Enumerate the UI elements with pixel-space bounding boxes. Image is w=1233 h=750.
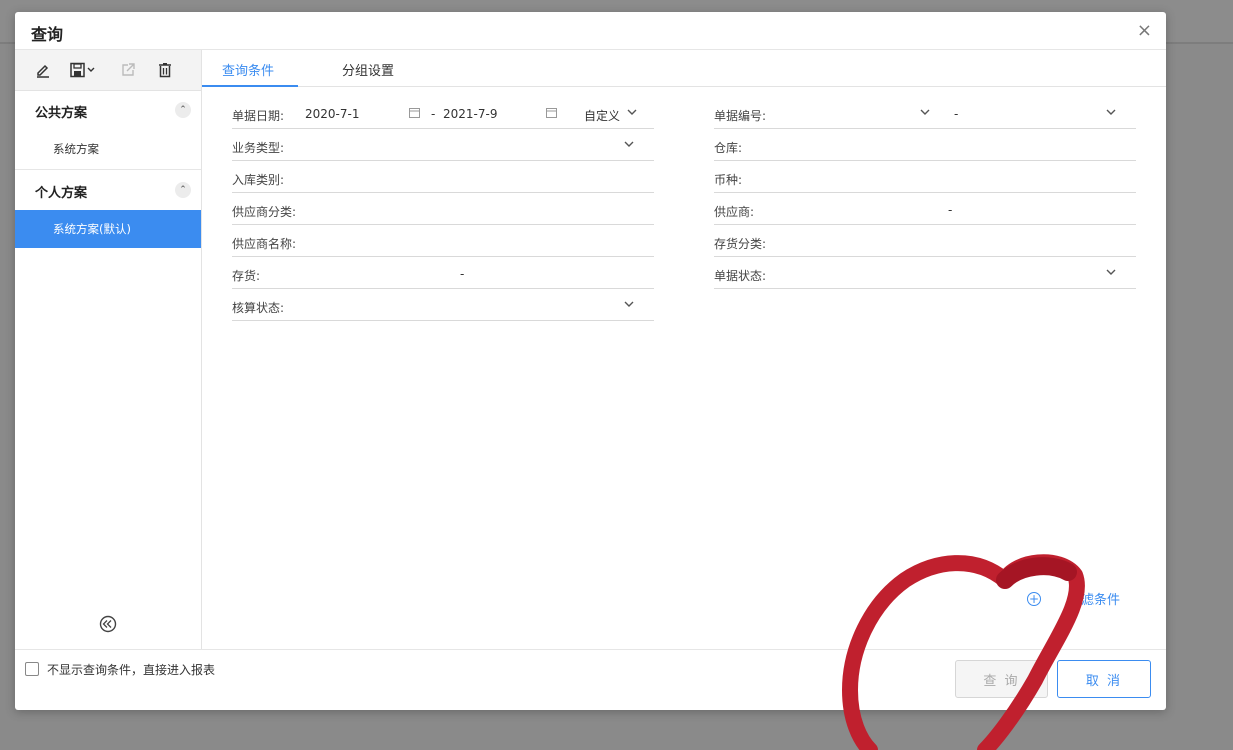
- field-label: 核算状态:: [232, 301, 285, 315]
- delete-icon[interactable]: [154, 60, 176, 80]
- field-label: 币种:: [714, 173, 743, 187]
- tab-bar: 查询条件 分组设置: [202, 50, 1166, 87]
- field-label: 入库类别:: [232, 173, 285, 187]
- currency-field[interactable]: 币种:: [714, 162, 1136, 193]
- field-label: 供应商:: [714, 205, 755, 219]
- active-tab-indicator: [202, 85, 298, 87]
- public-plans-header[interactable]: 公共方案 ⌃: [15, 91, 201, 129]
- field-label: 单据编号:: [714, 109, 767, 123]
- supplier-name-field[interactable]: 供应商名称:: [232, 226, 654, 257]
- skip-conditions-label: 不显示查询条件，直接进入报表: [47, 663, 216, 677]
- personal-plans-label: 个人方案: [35, 186, 88, 201]
- range-separator: -: [948, 203, 953, 217]
- plan-item-system[interactable]: 系统方案: [15, 130, 201, 168]
- plan-toolbar: [15, 50, 201, 91]
- stock-field[interactable]: 存货: -: [232, 258, 654, 289]
- stock-class-field[interactable]: 存货分类:: [714, 226, 1136, 257]
- supplier-field[interactable]: 供应商: -: [714, 194, 1136, 225]
- supplier-class-field[interactable]: 供应商分类:: [232, 194, 654, 225]
- calendar-icon[interactable]: [409, 107, 420, 118]
- field-label: 供应商名称:: [232, 237, 297, 251]
- save-icon[interactable]: [68, 60, 98, 80]
- plan-item-label: 系统方案(默认): [53, 222, 131, 236]
- range-separator: -: [460, 267, 465, 281]
- query-dialog: 查询 × 公共方案 ⌃ 系统方案 个人方案 ⌃ 系统方案(默认) 查询条件 分组…: [15, 12, 1166, 710]
- field-label: 存货:: [232, 269, 261, 283]
- chevron-down-icon[interactable]: [624, 140, 634, 148]
- chevron-down-icon[interactable]: [1106, 108, 1116, 116]
- chevron-up-icon[interactable]: ⌃: [175, 182, 191, 198]
- plan-divider: [15, 169, 201, 170]
- tab-group-settings[interactable]: 分组设置: [342, 60, 394, 79]
- field-label: 存货分类:: [714, 237, 767, 251]
- personal-plans-header[interactable]: 个人方案 ⌃: [15, 171, 201, 209]
- dialog-title: 查询: [31, 25, 64, 44]
- add-filter-label: 过滤条件: [1068, 593, 1121, 608]
- bill-no-field[interactable]: 单据编号: -: [714, 98, 1136, 129]
- plus-circle-icon: +: [1027, 591, 1041, 606]
- close-icon[interactable]: ×: [1137, 21, 1152, 41]
- biz-type-field[interactable]: 业务类型:: [232, 130, 654, 161]
- bill-date-field: 单据日期: 2020-7-1 - 2021-7-9 自定义: [232, 98, 654, 129]
- date-from-input[interactable]: 2020-7-1: [305, 107, 359, 121]
- plan-sidebar: 公共方案 ⌃ 系统方案 个人方案 ⌃ 系统方案(默认): [15, 50, 202, 649]
- skip-conditions-checkbox[interactable]: [25, 662, 39, 676]
- public-plans-label: 公共方案: [35, 106, 88, 121]
- account-status-field[interactable]: 核算状态:: [232, 290, 654, 321]
- query-button[interactable]: 查 询: [955, 660, 1048, 698]
- add-filter-link[interactable]: + 过滤条件: [1027, 589, 1120, 608]
- bill-status-field[interactable]: 单据状态:: [714, 258, 1136, 289]
- field-label: 供应商分类:: [232, 205, 297, 219]
- plan-item-system-default[interactable]: 系统方案(默认): [15, 210, 201, 248]
- chevron-down-icon[interactable]: [1106, 268, 1116, 276]
- field-label: 单据状态:: [714, 269, 767, 283]
- tab-query-conditions[interactable]: 查询条件: [222, 60, 274, 79]
- date-to-input[interactable]: 2021-7-9: [443, 107, 497, 121]
- footer-divider: [15, 649, 1166, 650]
- chevron-up-icon[interactable]: ⌃: [175, 102, 191, 118]
- edit-icon[interactable]: [32, 60, 54, 80]
- export-icon[interactable]: [117, 60, 139, 80]
- in-category-field[interactable]: 入库类别:: [232, 162, 654, 193]
- chevron-down-icon[interactable]: [627, 108, 637, 116]
- field-label: 业务类型:: [232, 141, 285, 155]
- date-mode-select[interactable]: 自定义: [584, 107, 620, 124]
- range-separator: -: [954, 107, 959, 121]
- collapse-sidebar-icon[interactable]: [99, 615, 117, 633]
- range-separator: -: [431, 107, 436, 121]
- plan-item-label: 系统方案: [53, 142, 99, 156]
- field-label: 单据日期:: [232, 109, 285, 123]
- chevron-down-icon[interactable]: [920, 108, 930, 116]
- field-label: 仓库:: [714, 141, 743, 155]
- calendar-icon[interactable]: [546, 107, 557, 118]
- cancel-button[interactable]: 取 消: [1057, 660, 1151, 698]
- chevron-down-icon[interactable]: [624, 300, 634, 308]
- warehouse-field[interactable]: 仓库:: [714, 130, 1136, 161]
